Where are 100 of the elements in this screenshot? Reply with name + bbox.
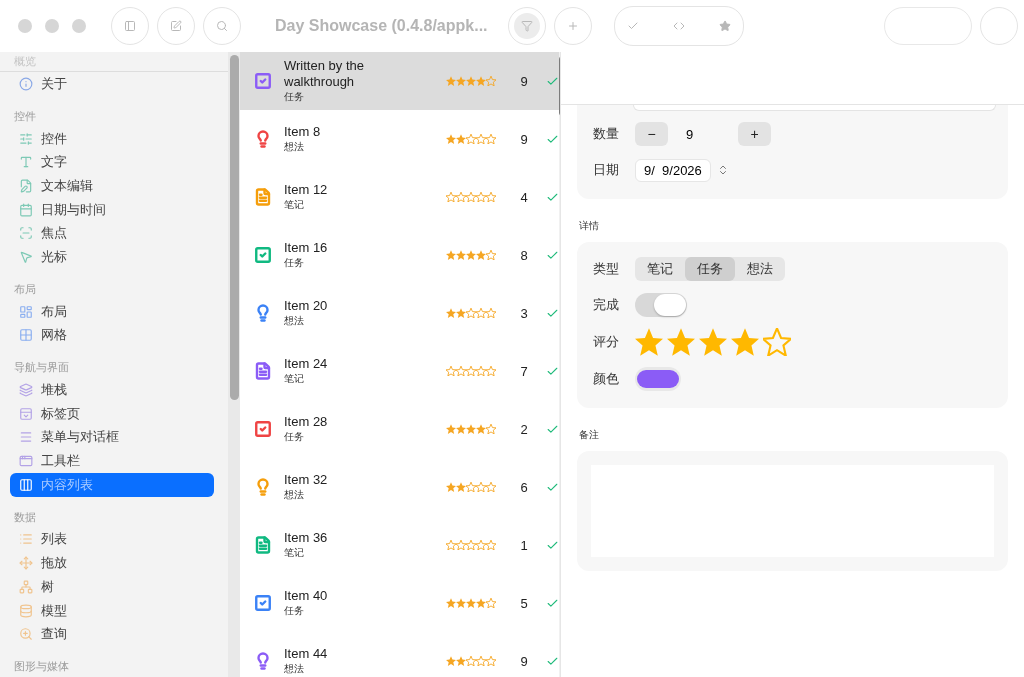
database-icon [19,603,33,618]
item-count: 1 [519,537,529,553]
star-outline-icon [486,192,496,202]
sidebar-item[interactable]: 光标 [10,245,214,269]
star-filled-icon[interactable] [731,328,759,356]
star-outline-icon [486,134,496,144]
star-outline-icon [486,76,496,86]
filter-button[interactable] [507,7,546,45]
sidebar-item[interactable]: 堆栈 [10,378,214,402]
star-outline-icon [466,366,476,376]
compose-button[interactable] [157,7,195,45]
star-outline-icon [486,308,496,318]
sidebar-item[interactable]: 日期与时间 [10,197,214,222]
close-button[interactable] [18,19,32,33]
star-filled-icon [446,308,456,318]
section-title: 布局 [13,281,37,297]
star-outline-icon [476,540,486,550]
item-title: Item 8 [284,124,322,140]
section-title: 数据 [13,509,37,525]
search-button[interactable] [203,7,241,45]
sidebar-item[interactable]: 查询 [10,622,214,647]
columns-icon [19,477,33,492]
increment-button[interactable]: + [738,122,771,146]
star-outline-icon [466,308,476,318]
star-outline-icon [476,308,486,318]
sidebar-item[interactable]: 模型 [10,598,214,623]
star-outline-icon [476,482,486,492]
item-type: 任务 [284,90,305,104]
item-type: 想法 [284,140,305,154]
add-button[interactable] [553,7,592,45]
sidebar-item[interactable]: 焦点 [10,221,214,246]
sidebar-item[interactable]: 树 [10,575,214,599]
segment-button[interactable]: 任务 [685,257,735,281]
sidebar-item[interactable]: 菜单与对话框 [10,425,214,450]
minimize-button[interactable] [45,19,59,33]
layers-icon [19,383,33,398]
item-title: Item 32 [284,472,329,488]
item-count: 9 [519,131,529,147]
segment-button[interactable]: 笔记 [635,257,685,281]
sidebar-item[interactable]: 关于 [10,72,214,96]
layout-icon [19,304,33,319]
item-title: Item 40 [284,588,329,604]
field-label: 完成 [593,296,619,314]
input-field[interactable] [633,105,996,111]
star-outline-icon [466,656,476,666]
star-filled-icon [466,598,476,608]
star-outline-icon [466,482,476,492]
sidebar-item[interactable]: 布局 [10,299,214,324]
star-outline-icon [466,540,476,550]
pointer-icon [19,249,33,264]
move-icon [19,556,33,571]
scrollbar[interactable] [228,52,240,677]
star-outline-icon [476,134,486,144]
star-outline-icon [466,192,476,202]
star-outline-icon [486,482,496,492]
star-filled-icon [446,482,456,492]
segment-button[interactable]: 想法 [735,257,785,281]
sidebar-item[interactable]: 控件 [10,126,214,151]
star-outline-icon [486,598,496,608]
decrement-button[interactable]: − [635,122,668,146]
sidebar-item[interactable]: 网格 [10,323,214,348]
item-count: 8 [519,247,529,263]
sidebar-item[interactable]: 工具栏 [10,449,214,473]
item-count: 9 [519,73,529,89]
star-filled-icon[interactable] [635,328,663,356]
star-filled-icon [466,424,476,434]
section-title: 图形与媒体 [13,659,70,675]
sidebar-item[interactable]: 文本编辑 [10,174,214,198]
sidebar-toggle-button[interactable] [111,7,149,45]
item-count: 3 [519,305,529,321]
star-filled-icon [466,250,476,260]
toolbar-circle-button[interactable] [980,7,1018,45]
star-filled-icon [476,598,486,608]
list-icon [19,532,33,547]
date-field[interactable]: 9/ 9/2026 [635,158,711,182]
item-count: 5 [519,595,529,611]
list-row[interactable]: Written by the walkthrough 任务 9 [240,52,559,110]
item-count: 9 [519,653,529,669]
item-type: 任务 [284,604,305,618]
sidebar-item[interactable]: 拖放 [10,551,214,575]
star-filled-icon [446,250,456,260]
star-filled-icon[interactable] [667,328,695,356]
star-outline-icon[interactable] [763,328,791,356]
sidebar-item[interactable]: 标签页 [10,401,214,426]
star-outline-icon [486,366,496,376]
toggle-switch[interactable] [635,293,687,317]
star-filled-icon [446,656,456,666]
zoom-button[interactable] [72,19,86,33]
item-title: Item 20 [284,298,329,314]
check-icon [626,20,639,32]
star-outline-icon [456,540,466,550]
star-filled-icon[interactable] [699,328,727,356]
sidebar-item[interactable]: 文字 [10,150,214,175]
document-edit-icon [19,178,33,193]
item-type: 想法 [284,662,305,676]
item-type: 笔记 [284,372,305,386]
field-label: 颜色 [593,370,619,388]
item-title: Item 44 [284,646,329,662]
sidebar-item[interactable]: 列表 [10,527,214,552]
grid-icon [19,328,33,343]
